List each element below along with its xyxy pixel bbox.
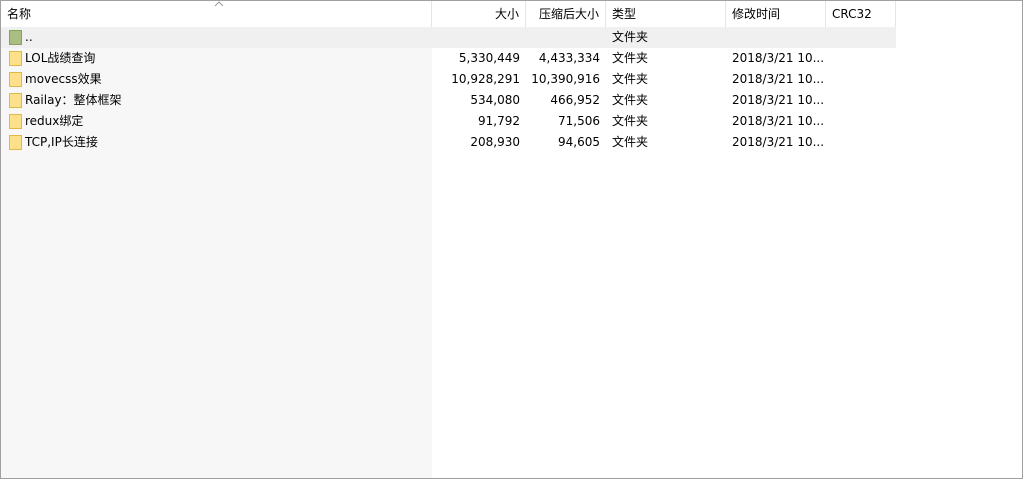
folder-icon: [9, 114, 22, 129]
file-name: TCP,IP长连接: [25, 135, 98, 149]
file-size: 5,330,449: [458, 51, 520, 65]
file-type: 文件夹: [612, 51, 649, 65]
file-size: 534,080: [470, 93, 520, 107]
folder-icon: [9, 135, 22, 150]
sort-ascending-icon: [214, 1, 224, 7]
parent-folder-row[interactable]: .. 文件夹: [1, 27, 896, 48]
column-header-name[interactable]: 名称: [1, 1, 432, 28]
file-name: LOL战绩查询: [25, 51, 96, 65]
file-packed-size: 466,952: [550, 93, 600, 107]
folder-icon: [9, 72, 22, 87]
column-header-modified[interactable]: 修改时间: [726, 1, 826, 28]
file-size: 208,930: [470, 135, 520, 149]
table-row[interactable]: redux绑定 91,792 71,506 文件夹 2018/3/21 10..…: [1, 111, 896, 132]
file-type: 文件夹: [612, 72, 649, 86]
file-name: Railay：整体框架: [25, 93, 122, 107]
column-header-packed-size-label: 压缩后大小: [538, 7, 599, 21]
table-row[interactable]: movecss效果 10,928,291 10,390,916 文件夹 2018…: [1, 69, 896, 90]
column-header-bar: 名称 大小 压缩后大小 类型 修改时间 CRC32: [1, 1, 896, 28]
column-header-packed-size[interactable]: 压缩后大小: [526, 1, 606, 28]
file-modified: 2018/3/21 10...: [732, 93, 824, 107]
file-modified: 2018/3/21 10...: [732, 51, 824, 65]
file-packed-size: 10,390,916: [531, 72, 600, 86]
file-name: redux绑定: [25, 114, 84, 128]
table-row[interactable]: LOL战绩查询 5,330,449 4,433,334 文件夹 2018/3/2…: [1, 48, 896, 69]
archive-file-list: 名称 大小 压缩后大小 类型 修改时间 CRC32 .. 文件夹 LOL战绩查询…: [0, 0, 1023, 479]
file-size: 91,792: [478, 114, 520, 128]
table-row[interactable]: TCP,IP长连接 208,930 94,605 文件夹 2018/3/21 1…: [1, 132, 896, 153]
file-modified: 2018/3/21 10...: [732, 135, 824, 149]
column-header-type[interactable]: 类型: [606, 1, 726, 28]
file-packed-size: 94,605: [558, 135, 600, 149]
file-name: ..: [25, 30, 33, 44]
folder-icon: [9, 93, 22, 108]
file-modified: 2018/3/21 10...: [732, 72, 824, 86]
file-name: movecss效果: [25, 72, 102, 86]
file-type: 文件夹: [612, 114, 649, 128]
file-modified: 2018/3/21 10...: [732, 114, 824, 128]
column-header-size[interactable]: 大小: [432, 1, 526, 28]
table-row[interactable]: Railay：整体框架 534,080 466,952 文件夹 2018/3/2…: [1, 90, 896, 111]
column-header-modified-label: 修改时间: [732, 7, 781, 21]
column-header-type-label: 类型: [612, 7, 637, 21]
file-type: 文件夹: [612, 135, 649, 149]
column-header-crc32-label: CRC32: [832, 7, 872, 21]
file-size: 10,928,291: [451, 72, 520, 86]
file-packed-size: 71,506: [558, 114, 600, 128]
column-header-size-label: 大小: [494, 7, 519, 21]
file-type: 文件夹: [612, 30, 649, 44]
file-type: 文件夹: [612, 93, 649, 107]
file-packed-size: 4,433,334: [538, 51, 600, 65]
column-header-crc32[interactable]: CRC32: [826, 1, 896, 28]
folder-icon: [9, 51, 22, 66]
column-header-name-label: 名称: [7, 7, 32, 21]
parent-folder-icon: [9, 30, 22, 45]
